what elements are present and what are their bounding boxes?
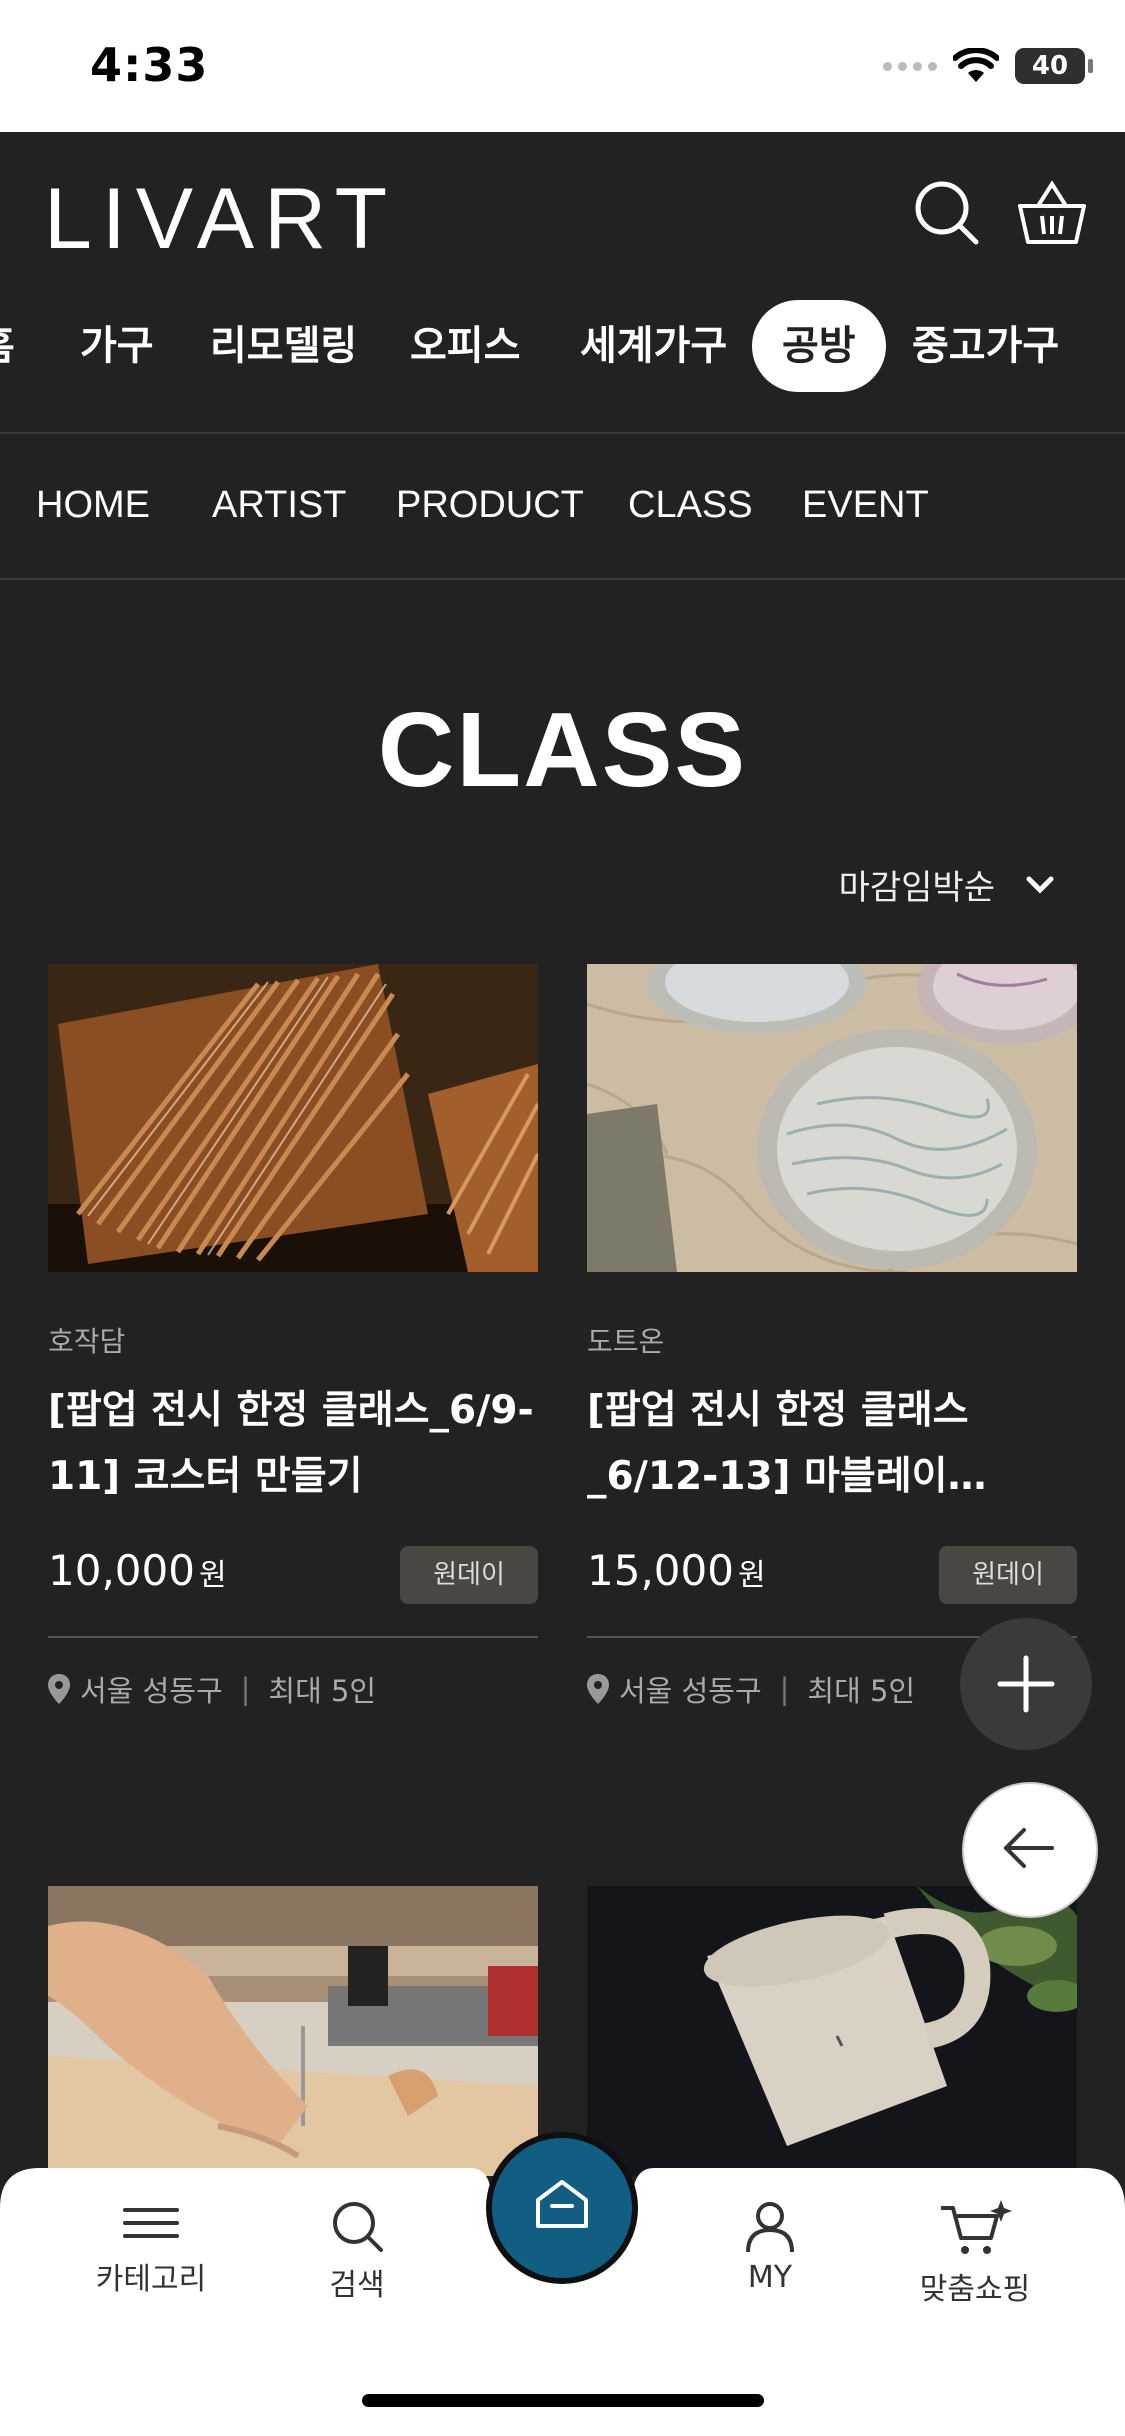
meta-separator: | bbox=[240, 1672, 251, 1706]
class-brand: 호작담 bbox=[48, 1325, 126, 1358]
class-thumbnail[interactable] bbox=[48, 964, 538, 1272]
category-used-furniture[interactable]: 중고가구 bbox=[912, 300, 1059, 392]
price-row: 15,000 원 원데이 bbox=[587, 1546, 1077, 1606]
plus-icon bbox=[997, 1655, 1055, 1713]
arrow-left-icon bbox=[1004, 1828, 1054, 1868]
marble-plate-image bbox=[587, 964, 1077, 1272]
class-card[interactable] bbox=[587, 1886, 1077, 2176]
page-title: CLASS bbox=[377, 691, 748, 809]
location-pin-icon bbox=[587, 1674, 609, 1704]
nav-my-label: MY bbox=[747, 2260, 793, 2295]
user-icon bbox=[746, 2202, 794, 2253]
card-divider bbox=[48, 1636, 538, 1638]
class-price: 10,000 원 bbox=[48, 1546, 227, 1595]
currency: 원 bbox=[198, 1558, 227, 1593]
meta-separator: | bbox=[779, 1672, 790, 1706]
home-button[interactable] bbox=[486, 2132, 638, 2284]
class-meta: 서울 성동구 | 최대 5인 bbox=[48, 1668, 538, 1710]
status-time: 4:33 bbox=[90, 38, 209, 92]
home-icon bbox=[536, 2180, 588, 2228]
category-remodeling[interactable]: 리모델링 bbox=[210, 300, 357, 392]
nav-my[interactable]: MY bbox=[685, 2198, 855, 2295]
subnav-class[interactable]: CLASS bbox=[628, 484, 753, 527]
status-icons: 40 bbox=[883, 48, 1093, 84]
class-title[interactable]: [팝업 전시 한정 클래스_6/9-11] 코스터 만들기 bbox=[48, 1378, 538, 1510]
oneday-badge: 원데이 bbox=[939, 1546, 1077, 1604]
search-icon bbox=[333, 2202, 383, 2252]
nav-custom-shopping-label: 맞춤쇼핑 bbox=[919, 2272, 1031, 2307]
home-indicator bbox=[362, 2394, 764, 2407]
signal-icon bbox=[883, 61, 937, 71]
category-office[interactable]: 오피스 bbox=[410, 300, 520, 392]
class-thumbnail[interactable] bbox=[587, 964, 1077, 1272]
sort-label: 마감임박순 bbox=[838, 868, 995, 908]
category-nav: 홈 가구 리모델링 오피스 세계가구 공방 중고가구 bbox=[0, 300, 1125, 400]
battery-indicator: 40 bbox=[1015, 48, 1093, 84]
subnav-event[interactable]: EVENT bbox=[802, 484, 929, 527]
class-card[interactable]: 도트온 [팝업 전시 한정 클래스_6/12-13] 마블레이… 15,000 원… bbox=[587, 964, 1077, 1710]
oneday-badge: 원데이 bbox=[400, 1546, 538, 1604]
class-thumbnail[interactable] bbox=[587, 1886, 1077, 2176]
nav-category-label: 카테고리 bbox=[95, 2262, 207, 2297]
nav-search[interactable]: 검색 bbox=[272, 2198, 442, 2304]
subnav-product[interactable]: PRODUCT bbox=[396, 484, 584, 527]
price-row: 10,000 원 원데이 bbox=[48, 1546, 538, 1606]
location-pin-icon bbox=[48, 1674, 70, 1704]
class-capacity: 최대 5인 bbox=[268, 1674, 377, 1708]
menu-icon bbox=[123, 2208, 179, 2238]
ceramic-mug-image bbox=[587, 1886, 1077, 2176]
nav-search-label: 검색 bbox=[329, 2268, 385, 2303]
class-location: 서울 성동구 bbox=[619, 1674, 762, 1708]
search-icon[interactable] bbox=[906, 172, 986, 252]
wood-coaster-image bbox=[48, 964, 538, 1272]
class-title[interactable]: [팝업 전시 한정 클래스_6/12-13] 마블레이… bbox=[587, 1378, 1077, 1510]
livart-logo[interactable]: LIVART bbox=[44, 170, 397, 269]
class-location: 서울 성동구 bbox=[80, 1674, 223, 1708]
price-value: 15,000 bbox=[587, 1546, 734, 1595]
subnav-home[interactable]: HOME bbox=[36, 484, 150, 527]
class-card[interactable] bbox=[48, 1886, 538, 2176]
class-thumbnail[interactable] bbox=[48, 1886, 538, 2176]
category-furniture[interactable]: 가구 bbox=[80, 300, 154, 392]
sub-nav: HOME ARTIST PRODUCT CLASS EVENT bbox=[0, 434, 1125, 580]
class-brand: 도트온 bbox=[587, 1325, 665, 1358]
app-header: LIVART 홈 가구 리모델링 오피스 세계가구 공방 중고가구 bbox=[0, 132, 1125, 432]
wifi-icon bbox=[953, 48, 999, 82]
class-capacity: 최대 5인 bbox=[807, 1674, 916, 1708]
category-home[interactable]: 홈 bbox=[0, 300, 15, 392]
back-fab-button[interactable] bbox=[962, 1782, 1098, 1918]
chevron-down-icon bbox=[1026, 876, 1054, 894]
price-value: 10,000 bbox=[48, 1546, 195, 1595]
sort-dropdown[interactable]: 마감임박순 bbox=[839, 860, 1055, 909]
category-world-furniture[interactable]: 세계가구 bbox=[580, 300, 727, 392]
status-bar: 4:33 40 bbox=[0, 0, 1125, 132]
nav-category[interactable]: 카테고리 bbox=[66, 2198, 236, 2298]
basket-icon[interactable] bbox=[1012, 172, 1092, 252]
subnav-artist[interactable]: ARTIST bbox=[212, 484, 346, 527]
class-price: 15,000 원 bbox=[587, 1546, 766, 1595]
category-workshop[interactable]: 공방 bbox=[752, 300, 886, 392]
nav-custom-shopping[interactable]: 맞춤쇼핑 bbox=[890, 2198, 1060, 2308]
class-card[interactable]: 호작담 [팝업 전시 한정 클래스_6/9-11] 코스터 만들기 10,000… bbox=[48, 964, 538, 1710]
currency: 원 bbox=[737, 1558, 766, 1593]
add-fab-button[interactable] bbox=[960, 1618, 1092, 1750]
cart-sparkle-icon bbox=[941, 2200, 1012, 2254]
subnav-divider bbox=[0, 578, 1125, 580]
scroll-saw-image bbox=[48, 1886, 538, 2176]
